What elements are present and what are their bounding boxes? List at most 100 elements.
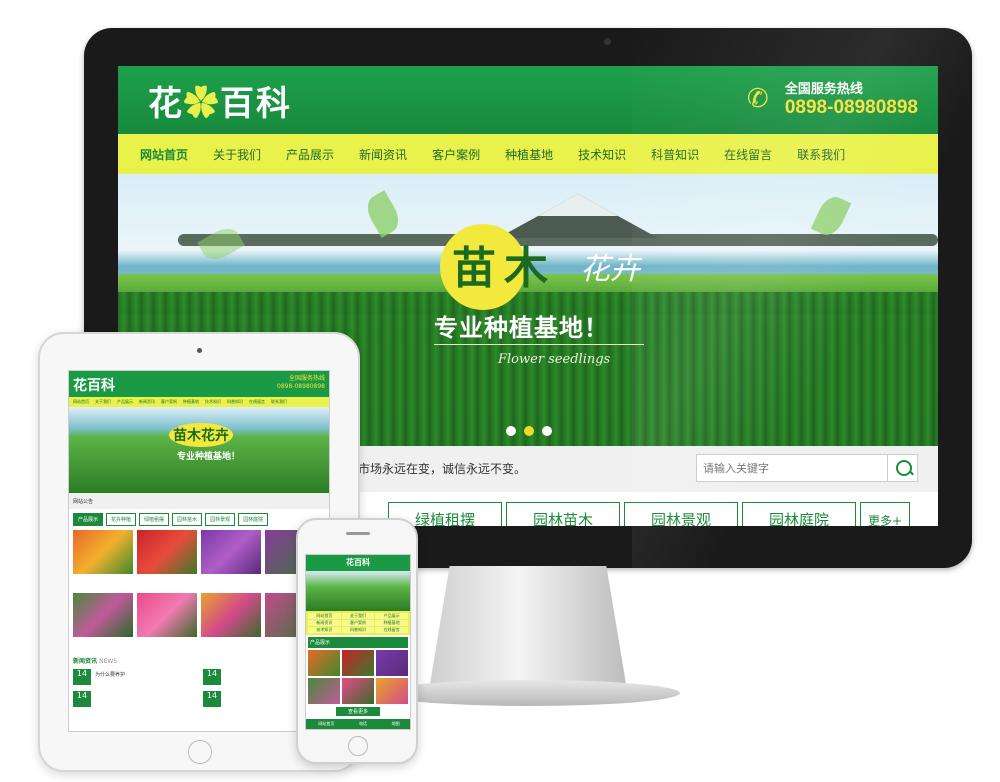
hotline-label: 全国服务热线 — [784, 82, 863, 97]
product-image[interactable] — [376, 650, 408, 676]
slide-dot-1[interactable] — [506, 426, 516, 436]
banner-divider — [434, 344, 644, 345]
notice-text: 市场永远在变，诚信永远不变。 — [358, 462, 527, 476]
main-nav: 网站首页 关于我们 产品展示 新闻资讯 客户案例 种植基地 技术知识 科普知识 … — [118, 134, 938, 174]
tablet-product-grid — [69, 530, 329, 652]
tablet-nav-item[interactable]: 关于我们 — [95, 399, 111, 405]
nav-home[interactable]: 网站首页 — [140, 146, 188, 163]
search-box — [696, 454, 918, 482]
logo-text: 花 — [148, 84, 184, 124]
tablet-nav-item[interactable]: 网站首页 — [73, 399, 89, 405]
category-tabs: 绿植租摆 园林苗木 园林景观 园林庭院 更多+ — [388, 502, 910, 526]
phone-nav-item[interactable]: 在线留言 — [375, 627, 408, 633]
product-image — [73, 530, 133, 574]
phone-footer-item[interactable]: 网站首页 — [318, 721, 334, 727]
tablet-tab[interactable]: 产品展示 — [73, 513, 104, 526]
slide-dot-3[interactable] — [542, 426, 552, 436]
phone-nav-item[interactable]: 科普知识 — [341, 627, 375, 633]
tablet-camera — [197, 348, 202, 353]
tablet-logo[interactable]: 花百科 — [73, 375, 115, 395]
product-image[interactable] — [342, 678, 374, 704]
nav-contact[interactable]: 联系我们 — [797, 146, 845, 163]
monitor-stand — [430, 566, 626, 684]
phone-nav-item[interactable]: 新闻资讯 — [308, 620, 341, 626]
leaf-icon — [361, 190, 405, 238]
tablet-nav-item[interactable]: 在线留言 — [249, 399, 265, 405]
tablet-notice-label: 网站公告 — [73, 499, 94, 505]
tablet-tab[interactable]: 园林庭院 — [238, 513, 269, 526]
category-tab-3[interactable]: 园林景观 — [624, 502, 738, 526]
slide-dot-2[interactable] — [524, 426, 534, 436]
phone-nav-item[interactable]: 网站首页 — [308, 613, 341, 619]
logo-text-2: 百科 — [220, 84, 292, 124]
phone-nav-item[interactable]: 产品展示 — [375, 613, 408, 619]
phone-footer: 网站首页 电话 地图 — [306, 719, 410, 729]
tablet-nav-item[interactable]: 客户案例 — [161, 399, 177, 405]
product-card[interactable] — [201, 593, 261, 652]
tablet-news-en: NEWS — [99, 658, 118, 665]
tablet-tabs: 产品展示 花卉种植 绿植租摆 园林苗木 园林景观 园林庭院 — [69, 509, 329, 530]
nav-cases[interactable]: 客户案例 — [432, 146, 480, 163]
phone-header[interactable]: 花百科 — [306, 555, 410, 571]
tablet-banner-subtitle: 专业种植基地！ — [177, 452, 241, 462]
product-image[interactable] — [308, 650, 340, 676]
nav-about[interactable]: 关于我们 — [213, 146, 261, 163]
product-card[interactable] — [201, 530, 261, 589]
news-item[interactable]: 为什么要养护 — [95, 671, 125, 678]
tablet-banner-title: 苗木花卉 — [169, 423, 233, 447]
phone-footer-item[interactable]: 电话 — [359, 721, 367, 727]
tablet-hotline: 全国服务热线 0898-08980898 — [277, 375, 325, 391]
product-image[interactable] — [376, 678, 408, 704]
phone-nav-item[interactable]: 关于我们 — [341, 613, 375, 619]
tablet-notice: 网站公告 — [69, 493, 329, 509]
news-date: 14 — [203, 691, 221, 707]
phone-nav-item[interactable]: 技术知识 — [308, 627, 341, 633]
tablet-header: 花百科 全国服务热线 0898-08980898 — [69, 371, 329, 397]
nav-science[interactable]: 科普知识 — [651, 146, 699, 163]
hotline: ✆ 全国服务热线 0898-08980898 — [747, 78, 918, 119]
nav-message[interactable]: 在线留言 — [724, 146, 772, 163]
product-card[interactable] — [73, 593, 133, 652]
slide-dots — [506, 426, 552, 436]
nav-products[interactable]: 产品展示 — [286, 146, 334, 163]
phone-product-grid — [306, 650, 410, 704]
tablet-nav-item[interactable]: 种植基地 — [183, 399, 199, 405]
tablet-tab[interactable]: 绿植租摆 — [139, 513, 170, 526]
nav-news[interactable]: 新闻资讯 — [359, 146, 407, 163]
tablet-news-title: 新闻资讯 NEWS — [69, 652, 329, 669]
tablet-home-button[interactable] — [188, 740, 212, 764]
product-image[interactable] — [308, 678, 340, 704]
search-icon[interactable] — [887, 454, 917, 482]
site-header: 花✿百科 ✆ 全国服务热线 0898-08980898 — [118, 66, 938, 134]
tablet-tab[interactable]: 花卉种植 — [106, 513, 137, 526]
phone-footer-item[interactable]: 地图 — [392, 721, 400, 727]
category-tab-2[interactable]: 园林苗木 — [506, 502, 620, 526]
product-card[interactable] — [137, 530, 197, 589]
category-tab-4[interactable]: 园林庭院 — [742, 502, 856, 526]
tablet-nav-item[interactable]: 产品展示 — [117, 399, 133, 405]
category-more-button[interactable]: 更多+ — [860, 502, 910, 526]
phone-nav-item[interactable]: 种植基地 — [375, 620, 408, 626]
clover-logo-icon: ✿ — [184, 84, 220, 124]
site-logo[interactable]: 花✿百科 — [148, 76, 292, 125]
tablet-nav-item[interactable]: 新闻资讯 — [139, 399, 155, 405]
nav-tech[interactable]: 技术知识 — [578, 146, 626, 163]
tablet-nav-item[interactable]: 联系我们 — [271, 399, 287, 405]
product-image[interactable] — [342, 650, 374, 676]
phone-speaker — [346, 532, 370, 535]
product-card[interactable] — [137, 593, 197, 652]
tablet-nav-item[interactable]: 技术知识 — [205, 399, 221, 405]
phone-home-button[interactable] — [348, 736, 368, 756]
phone-more-button[interactable]: 查看更多 — [336, 707, 380, 716]
nav-base[interactable]: 种植基地 — [505, 146, 553, 163]
tablet-nav-item[interactable]: 科普知识 — [227, 399, 243, 405]
search-input[interactable] — [697, 455, 877, 481]
tablet-tab[interactable]: 园林景观 — [205, 513, 236, 526]
product-card[interactable] — [73, 530, 133, 589]
news-date: 14 — [73, 691, 91, 707]
product-label — [73, 575, 133, 589]
product-image — [137, 593, 197, 637]
tablet-tab[interactable]: 园林苗木 — [172, 513, 203, 526]
phone-nav-item[interactable]: 客户案例 — [341, 620, 375, 626]
product-image — [201, 530, 261, 574]
